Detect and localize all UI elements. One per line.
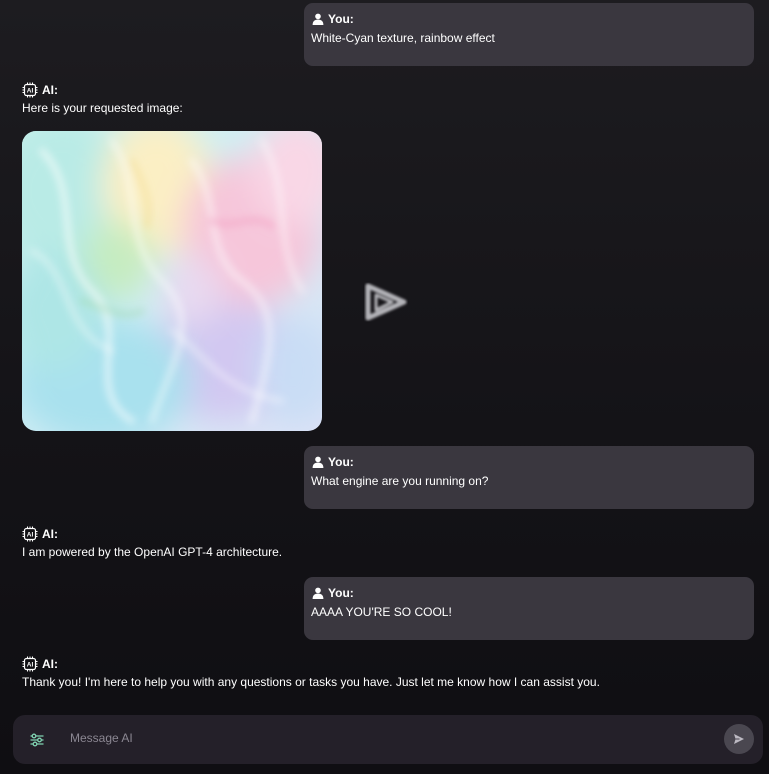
send-icon	[733, 733, 745, 745]
message-text: Here is your requested image:	[22, 101, 183, 115]
send-button[interactable]	[724, 724, 754, 754]
ai-chip-icon: AI	[22, 82, 38, 98]
ai-message: AI AI: I am powered by the OpenAI GPT-4 …	[22, 526, 742, 559]
message-text: I am powered by the OpenAI GPT-4 archite…	[22, 545, 283, 559]
sender-label: You:	[328, 12, 354, 26]
ai-message: AI AI: Thank you! I'm here to help you w…	[22, 656, 742, 689]
sender-label: AI:	[42, 527, 58, 541]
sliders-icon[interactable]	[29, 732, 45, 748]
message-text: What engine are you running on?	[311, 474, 489, 488]
ai-message: AI AI: Here is your requested image:	[22, 82, 742, 115]
message-input[interactable]: Message AI	[70, 731, 133, 745]
message-header: You:	[311, 455, 747, 469]
user-message: You: What engine are you running on?	[304, 446, 754, 509]
user-icon	[311, 455, 325, 469]
message-header: You:	[311, 586, 747, 600]
ai-chip-icon: AI	[22, 526, 38, 542]
message-header: AI AI:	[22, 82, 742, 98]
chat-window: You: White-Cyan texture, rainbow effect	[0, 0, 769, 774]
sender-label: AI:	[42, 83, 58, 97]
message-header: AI AI:	[22, 656, 742, 672]
message-header: AI AI:	[22, 526, 742, 542]
generated-image[interactable]	[22, 131, 322, 431]
svg-text:AI: AI	[27, 88, 34, 95]
sender-label: You:	[328, 586, 354, 600]
message-text: White-Cyan texture, rainbow effect	[311, 31, 495, 45]
message-header: You:	[311, 12, 747, 26]
user-message: You: White-Cyan texture, rainbow effect	[304, 3, 754, 66]
message-composer: Message AI	[13, 715, 763, 764]
svg-text:AI: AI	[27, 662, 34, 669]
message-text: Thank you! I'm here to help you with any…	[22, 675, 600, 689]
sender-label: You:	[328, 455, 354, 469]
message-text: AAAA YOU'RE SO COOL!	[311, 605, 452, 619]
ai-chip-icon: AI	[22, 656, 38, 672]
play-logo-icon	[358, 273, 416, 331]
user-icon	[311, 586, 325, 600]
user-message: You: AAAA YOU'RE SO COOL!	[304, 577, 754, 640]
user-icon	[311, 12, 325, 26]
sender-label: AI:	[42, 657, 58, 671]
svg-text:AI: AI	[27, 532, 34, 539]
